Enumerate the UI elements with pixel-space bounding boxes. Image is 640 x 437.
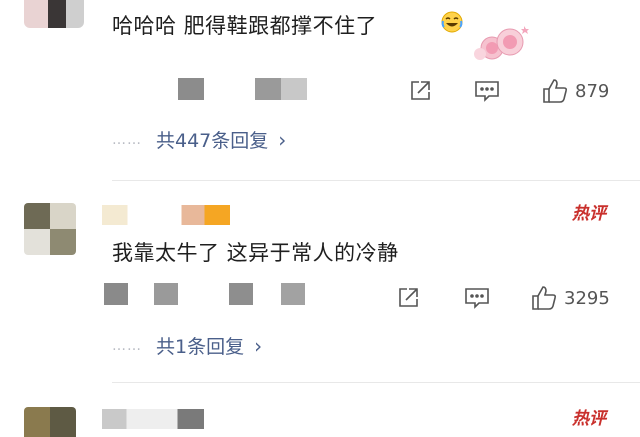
hot-comment-badge: 热评 [572, 409, 606, 429]
username[interactable] [102, 205, 230, 225]
avatar[interactable] [24, 203, 76, 255]
chevron-right-icon: › [278, 127, 287, 152]
pink-roses-sticker-icon [470, 20, 532, 68]
reply-count-label: 共447条回复 [156, 130, 269, 152]
reply-count-label: 共1条回复 [156, 336, 245, 358]
thumbs-up-icon [541, 77, 569, 105]
thumbs-up-icon [530, 284, 558, 312]
image-thumbnail[interactable] [281, 283, 305, 305]
comment-icon [474, 79, 500, 103]
divider [112, 382, 640, 383]
comment-text: 我靠太牛了 这异于常人的冷静 [112, 241, 399, 265]
image-thumbnail[interactable] [255, 78, 307, 100]
avatar[interactable] [24, 0, 84, 28]
view-replies-link[interactable]: …… 共447条回复 › [112, 126, 286, 153]
comment-button[interactable] [474, 79, 500, 103]
like-button[interactable]: 3295 [530, 284, 610, 312]
like-count: 3295 [564, 287, 610, 309]
share-button[interactable] [408, 79, 432, 103]
like-button[interactable]: 879 [541, 77, 609, 105]
comment-icon [464, 286, 490, 310]
image-thumbnail[interactable] [178, 78, 204, 100]
view-replies-link[interactable]: …… 共1条回复 › [112, 332, 262, 359]
hot-comment-badge: 热评 [572, 204, 606, 224]
username[interactable] [102, 409, 204, 429]
comment-text: 哈哈哈 肥得鞋跟都撑不住了 [112, 14, 378, 38]
reply-dots: …… [112, 131, 142, 148]
share-button[interactable] [396, 286, 420, 310]
share-icon [396, 286, 420, 310]
chevron-right-icon: › [254, 333, 263, 358]
like-count: 879 [575, 80, 610, 102]
avatar[interactable] [24, 407, 76, 437]
reply-dots: …… [112, 337, 142, 354]
image-thumbnail[interactable] [154, 283, 178, 305]
share-icon [408, 79, 432, 103]
laughing-tears-emoji-icon [440, 10, 464, 38]
image-thumbnail[interactable] [229, 283, 253, 305]
comment-button[interactable] [464, 286, 490, 310]
divider [112, 180, 640, 181]
image-thumbnail[interactable] [104, 283, 128, 305]
